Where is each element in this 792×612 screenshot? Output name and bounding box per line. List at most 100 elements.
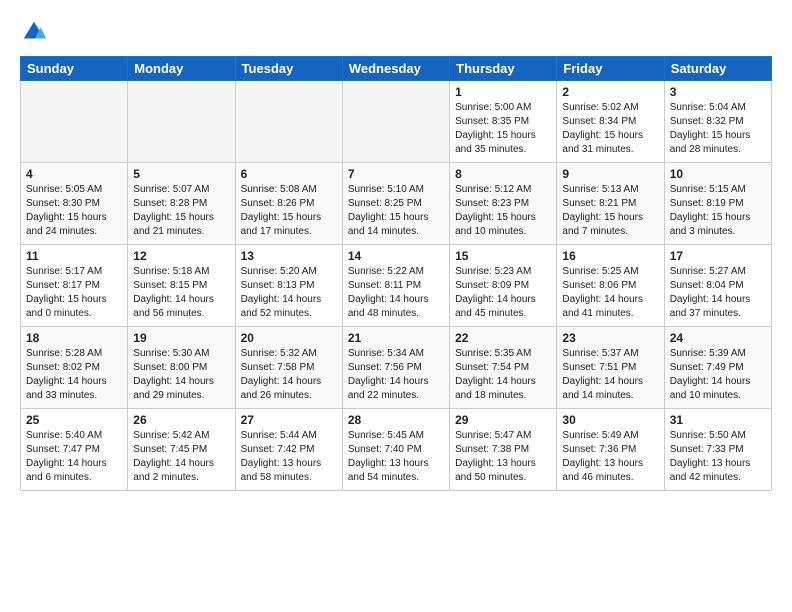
day-number: 17 [670,249,766,263]
day-info: Sunrise: 5:30 AM Sunset: 8:00 PM Dayligh… [133,347,229,403]
day-number: 7 [348,167,444,181]
day-number: 27 [241,413,337,427]
day-number: 11 [26,249,122,263]
day-info: Sunrise: 5:25 AM Sunset: 8:06 PM Dayligh… [562,265,658,321]
day-info: Sunrise: 5:00 AM Sunset: 8:35 PM Dayligh… [455,101,551,157]
day-cell: 15 Sunrise: 5:23 AM Sunset: 8:09 PM Dayli… [450,245,557,327]
header [20,18,772,46]
day-info: Sunrise: 5:39 AM Sunset: 7:49 PM Dayligh… [670,347,766,403]
day-info: Sunrise: 5:20 AM Sunset: 8:13 PM Dayligh… [241,265,337,321]
day-number: 5 [133,167,229,181]
day-number: 20 [241,331,337,345]
day-number: 25 [26,413,122,427]
day-info: Sunrise: 5:49 AM Sunset: 7:36 PM Dayligh… [562,429,658,485]
day-cell: 10Sunrise: 5:15 AM Sunset: 8:19 PM Dayli… [664,163,771,245]
day-number: 6 [241,167,337,181]
day-number: 13 [241,249,337,263]
day-cell: 2Sunrise: 5:02 AM Sunset: 8:34 PM Daylig… [557,81,664,163]
day-info: Sunrise: 5:17 AM Sunset: 8:17 PM Dayligh… [26,265,122,321]
calendar: SundayMondayTuesdayWednesdayThursdayFrid… [20,56,772,491]
week-row-5: 25 Sunrise: 5:40 AM Sunset: 7:47 PM Dayli… [21,409,772,491]
day-cell: 31 Sunrise: 5:50 AM Sunset: 7:33 PM Dayli… [664,409,771,491]
day-info: Sunrise: 5:42 AM Sunset: 7:45 PM Dayligh… [133,429,229,485]
day-number: 18 [26,331,122,345]
day-number: 16 [562,249,658,263]
day-info: Sunrise: 5:34 AM Sunset: 7:56 PM Dayligh… [348,347,444,403]
day-number: 12 [133,249,229,263]
weekday-header-thursday: Thursday [450,57,557,81]
weekday-header-row: SundayMondayTuesdayWednesdayThursdayFrid… [21,57,772,81]
day-cell: 4 Sunrise: 5:05 AM Sunset: 8:30 PM Daylig… [21,163,128,245]
day-info: Sunrise: 5:15 AM Sunset: 8:19 PM Dayligh… [670,183,766,239]
day-number: 8 [455,167,551,181]
day-number: 3 [670,85,766,99]
day-number: 1 [455,85,551,99]
day-cell [128,81,235,163]
day-cell: 3 Sunrise: 5:04 AM Sunset: 8:32 PM Daylig… [664,81,771,163]
weekday-header-friday: Friday [557,57,664,81]
week-row-2: 4 Sunrise: 5:05 AM Sunset: 8:30 PM Daylig… [21,163,772,245]
day-cell: 5Sunrise: 5:07 AM Sunset: 8:28 PM Daylig… [128,163,235,245]
day-info: Sunrise: 5:35 AM Sunset: 7:54 PM Dayligh… [455,347,551,403]
day-cell: 22Sunrise: 5:35 AM Sunset: 7:54 PM Dayli… [450,327,557,409]
day-number: 14 [348,249,444,263]
day-cell: 16 Sunrise: 5:25 AM Sunset: 8:06 PM Dayli… [557,245,664,327]
day-cell [342,81,449,163]
page: SundayMondayTuesdayWednesdayThursdayFrid… [0,0,792,612]
day-number: 15 [455,249,551,263]
day-cell: 20 Sunrise: 5:32 AM Sunset: 7:58 PM Dayli… [235,327,342,409]
day-info: Sunrise: 5:47 AM Sunset: 7:38 PM Dayligh… [455,429,551,485]
day-info: Sunrise: 5:37 AM Sunset: 7:51 PM Dayligh… [562,347,658,403]
day-number: 21 [348,331,444,345]
day-number: 31 [670,413,766,427]
logo-icon [20,18,48,46]
day-cell: 7 Sunrise: 5:10 AM Sunset: 8:25 PM Daylig… [342,163,449,245]
day-info: Sunrise: 5:40 AM Sunset: 7:47 PM Dayligh… [26,429,122,485]
day-info: Sunrise: 5:18 AM Sunset: 8:15 PM Dayligh… [133,265,229,321]
day-cell: 25 Sunrise: 5:40 AM Sunset: 7:47 PM Dayli… [21,409,128,491]
day-info: Sunrise: 5:50 AM Sunset: 7:33 PM Dayligh… [670,429,766,485]
day-number: 26 [133,413,229,427]
day-number: 9 [562,167,658,181]
day-info: Sunrise: 5:45 AM Sunset: 7:40 PM Dayligh… [348,429,444,485]
day-info: Sunrise: 5:05 AM Sunset: 8:30 PM Dayligh… [26,183,122,239]
day-cell: 18Sunrise: 5:28 AM Sunset: 8:02 PM Dayli… [21,327,128,409]
day-number: 30 [562,413,658,427]
weekday-header-wednesday: Wednesday [342,57,449,81]
day-info: Sunrise: 5:08 AM Sunset: 8:26 PM Dayligh… [241,183,337,239]
day-cell: 1 Sunrise: 5:00 AM Sunset: 8:35 PM Daylig… [450,81,557,163]
day-cell: 29 Sunrise: 5:47 AM Sunset: 7:38 PM Dayli… [450,409,557,491]
day-info: Sunrise: 5:23 AM Sunset: 8:09 PM Dayligh… [455,265,551,321]
week-row-4: 18Sunrise: 5:28 AM Sunset: 8:02 PM Dayli… [21,327,772,409]
day-number: 29 [455,413,551,427]
week-row-1: 1 Sunrise: 5:00 AM Sunset: 8:35 PM Daylig… [21,81,772,163]
week-row-3: 11 Sunrise: 5:17 AM Sunset: 8:17 PM Dayli… [21,245,772,327]
day-info: Sunrise: 5:12 AM Sunset: 8:23 PM Dayligh… [455,183,551,239]
day-cell: 13 Sunrise: 5:20 AM Sunset: 8:13 PM Dayli… [235,245,342,327]
day-cell: 27Sunrise: 5:44 AM Sunset: 7:42 PM Dayli… [235,409,342,491]
day-info: Sunrise: 5:27 AM Sunset: 8:04 PM Dayligh… [670,265,766,321]
day-cell: 9Sunrise: 5:13 AM Sunset: 8:21 PM Daylig… [557,163,664,245]
day-cell [21,81,128,163]
day-cell: 8 Sunrise: 5:12 AM Sunset: 8:23 PM Daylig… [450,163,557,245]
day-number: 19 [133,331,229,345]
day-cell: 24Sunrise: 5:39 AM Sunset: 7:49 PM Dayli… [664,327,771,409]
weekday-header-tuesday: Tuesday [235,57,342,81]
day-cell: 6 Sunrise: 5:08 AM Sunset: 8:26 PM Daylig… [235,163,342,245]
day-info: Sunrise: 5:22 AM Sunset: 8:11 PM Dayligh… [348,265,444,321]
day-cell: 26 Sunrise: 5:42 AM Sunset: 7:45 PM Dayli… [128,409,235,491]
day-cell: 28Sunrise: 5:45 AM Sunset: 7:40 PM Dayli… [342,409,449,491]
weekday-header-saturday: Saturday [664,57,771,81]
day-cell: 11 Sunrise: 5:17 AM Sunset: 8:17 PM Dayli… [21,245,128,327]
day-cell: 23 Sunrise: 5:37 AM Sunset: 7:51 PM Dayli… [557,327,664,409]
day-cell: 12 Sunrise: 5:18 AM Sunset: 8:15 PM Dayli… [128,245,235,327]
day-info: Sunrise: 5:04 AM Sunset: 8:32 PM Dayligh… [670,101,766,157]
day-cell: 30 Sunrise: 5:49 AM Sunset: 7:36 PM Dayli… [557,409,664,491]
day-cell: 19 Sunrise: 5:30 AM Sunset: 8:00 PM Dayli… [128,327,235,409]
day-info: Sunrise: 5:10 AM Sunset: 8:25 PM Dayligh… [348,183,444,239]
day-info: Sunrise: 5:02 AM Sunset: 8:34 PM Dayligh… [562,101,658,157]
day-number: 23 [562,331,658,345]
day-info: Sunrise: 5:32 AM Sunset: 7:58 PM Dayligh… [241,347,337,403]
weekday-header-monday: Monday [128,57,235,81]
day-number: 4 [26,167,122,181]
